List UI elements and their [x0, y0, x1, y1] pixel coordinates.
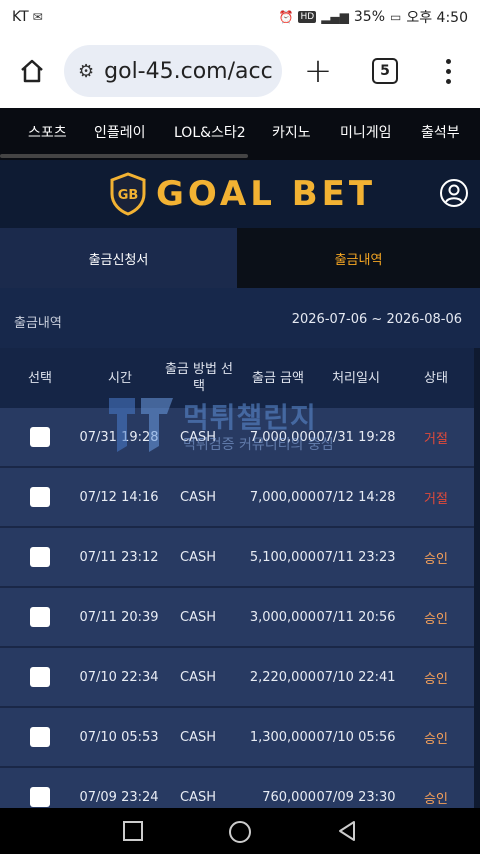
alarm-icon: ⏰ [278, 10, 294, 24]
logo-text: GOAL BET [156, 174, 377, 214]
row-processed: 07/11 20:56 [316, 609, 396, 625]
row-status: 승인 [424, 671, 448, 687]
col-amount: 출금 금액 [252, 370, 304, 386]
row-processed: 07/31 19:28 [316, 429, 396, 445]
nav-item-inplay[interactable]: 인플레이 [94, 122, 146, 142]
row-processed: 07/12 14:28 [316, 489, 396, 505]
site-header: GB GOAL BET [0, 160, 480, 228]
table-row: 07/11 23:12 CASH 5,100,000 07/11 23:23 승… [0, 528, 480, 588]
history-info-row: 출금내역 2026-07-06 ~ 2026-08-06 [0, 288, 480, 348]
row-checkbox[interactable] [30, 667, 50, 687]
row-time: 07/12 14:16 [79, 489, 159, 505]
new-tab-button[interactable]: + [298, 34, 338, 108]
row-processed: 07/10 22:41 [316, 669, 396, 685]
carrier-label: KT [12, 9, 29, 25]
battery-icon: ▭ [390, 10, 402, 24]
browser-toolbar: ⚙ gol-45.com/acc + 5 [0, 34, 480, 108]
row-amount: 3,000,000 [249, 609, 316, 625]
tab-withdraw-request[interactable]: 출금신청서 [0, 228, 237, 288]
withdraw-tabs: 출금신청서 출금내역 [0, 228, 480, 288]
nav-item-casino[interactable]: 카지노 [272, 122, 311, 142]
logo-emblem: GB [110, 172, 146, 216]
row-method: CASH [180, 429, 216, 445]
row-method: CASH [180, 729, 216, 745]
row-status: 거절 [424, 491, 448, 507]
site-nav: 스포츠 인플레이 LOL&스타2 카지노 미니게임 출석부 [0, 108, 480, 160]
user-icon[interactable] [439, 178, 469, 208]
col-processed: 처리일시 [332, 370, 380, 386]
status-bar: KT ✉ ⏰ HD ▂▄▆ 35% ▭ 오후 4:50 [0, 0, 480, 34]
row-method: CASH [180, 669, 216, 685]
row-checkbox[interactable] [30, 547, 50, 567]
home-button[interactable] [0, 34, 64, 108]
history-label: 출금내역 [14, 316, 62, 331]
row-checkbox[interactable] [30, 787, 50, 807]
android-nav-bar [0, 808, 480, 854]
row-status: 승인 [424, 551, 448, 567]
row-amount: 1,300,000 [249, 729, 316, 745]
row-method: CASH [180, 549, 216, 565]
row-status: 거절 [424, 431, 448, 447]
col-status: 상태 [424, 370, 448, 386]
signal-icon: ▂▄▆ [321, 10, 349, 24]
row-method: CASH [180, 609, 216, 625]
col-time: 시간 [108, 370, 132, 386]
table-row: 07/10 05:53 CASH 1,300,000 07/10 05:56 승… [0, 708, 480, 768]
site-logo[interactable]: GB GOAL BET [110, 170, 376, 218]
home-nav-icon[interactable] [228, 820, 252, 844]
address-bar[interactable]: ⚙ gol-45.com/acc [64, 45, 282, 97]
col-method: 출금 방법 선택 [164, 362, 234, 394]
table-row: 07/31 19:28 CASH 7,000,000 07/31 19:28 거… [0, 408, 480, 468]
row-status: 승인 [424, 731, 448, 747]
nav-item-attendance[interactable]: 출석부 [421, 122, 460, 142]
battery-level: 35% [353, 9, 385, 25]
site-settings-icon[interactable]: ⚙ [78, 61, 94, 82]
table-header: 선택 시간 출금 방법 선택 출금 금액 처리일시 상태 [0, 348, 480, 408]
row-time: 07/10 05:53 [79, 729, 159, 745]
row-processed: 07/10 05:56 [316, 729, 396, 745]
row-time: 07/10 22:34 [79, 669, 159, 685]
nav-item-lol[interactable]: LOL&스타2 [174, 122, 246, 142]
row-amount: 7,000,000 [249, 489, 316, 505]
tab-switcher-button[interactable]: 5 [372, 58, 398, 84]
tab-withdraw-history[interactable]: 출금내역 [237, 228, 480, 288]
table-row: 07/11 20:39 CASH 3,000,000 07/11 20:56 승… [0, 588, 480, 648]
hd-icon: HD [298, 11, 317, 23]
mail-icon: ✉ [32, 10, 43, 24]
row-time: 07/31 19:28 [79, 429, 159, 445]
row-checkbox[interactable] [30, 607, 50, 627]
logo-emblem-text: GB [118, 188, 139, 203]
date-range[interactable]: 2026-07-06 ~ 2026-08-06 [292, 312, 462, 327]
home-icon [21, 59, 43, 83]
nav-scrollbar[interactable] [0, 154, 248, 158]
row-amount: 7,000,000 [249, 429, 316, 445]
row-time: 07/11 23:12 [79, 549, 159, 565]
recents-icon[interactable] [122, 820, 144, 842]
row-checkbox[interactable] [30, 487, 50, 507]
nav-item-sports[interactable]: 스포츠 [28, 122, 67, 142]
row-amount: 2,220,000 [249, 669, 316, 685]
table-row: 07/12 14:16 CASH 7,000,000 07/12 14:28 거… [0, 468, 480, 528]
nav-item-minigame[interactable]: 미니게임 [340, 122, 392, 142]
row-status: 승인 [424, 611, 448, 627]
page-scrollbar[interactable] [474, 348, 480, 808]
row-amount: 5,100,000 [249, 549, 316, 565]
back-icon[interactable] [336, 820, 358, 842]
row-time: 07/11 20:39 [79, 609, 159, 625]
row-checkbox[interactable] [30, 427, 50, 447]
table-row: 07/10 22:34 CASH 2,220,000 07/10 22:41 승… [0, 648, 480, 708]
url-text: gol-45.com/acc [104, 58, 273, 84]
browser-menu-button[interactable] [436, 34, 460, 108]
row-checkbox[interactable] [30, 727, 50, 747]
clock: 오후 4:50 [406, 10, 468, 26]
row-method: CASH [180, 489, 216, 505]
col-select: 선택 [28, 370, 52, 386]
row-processed: 07/11 23:23 [316, 549, 396, 565]
